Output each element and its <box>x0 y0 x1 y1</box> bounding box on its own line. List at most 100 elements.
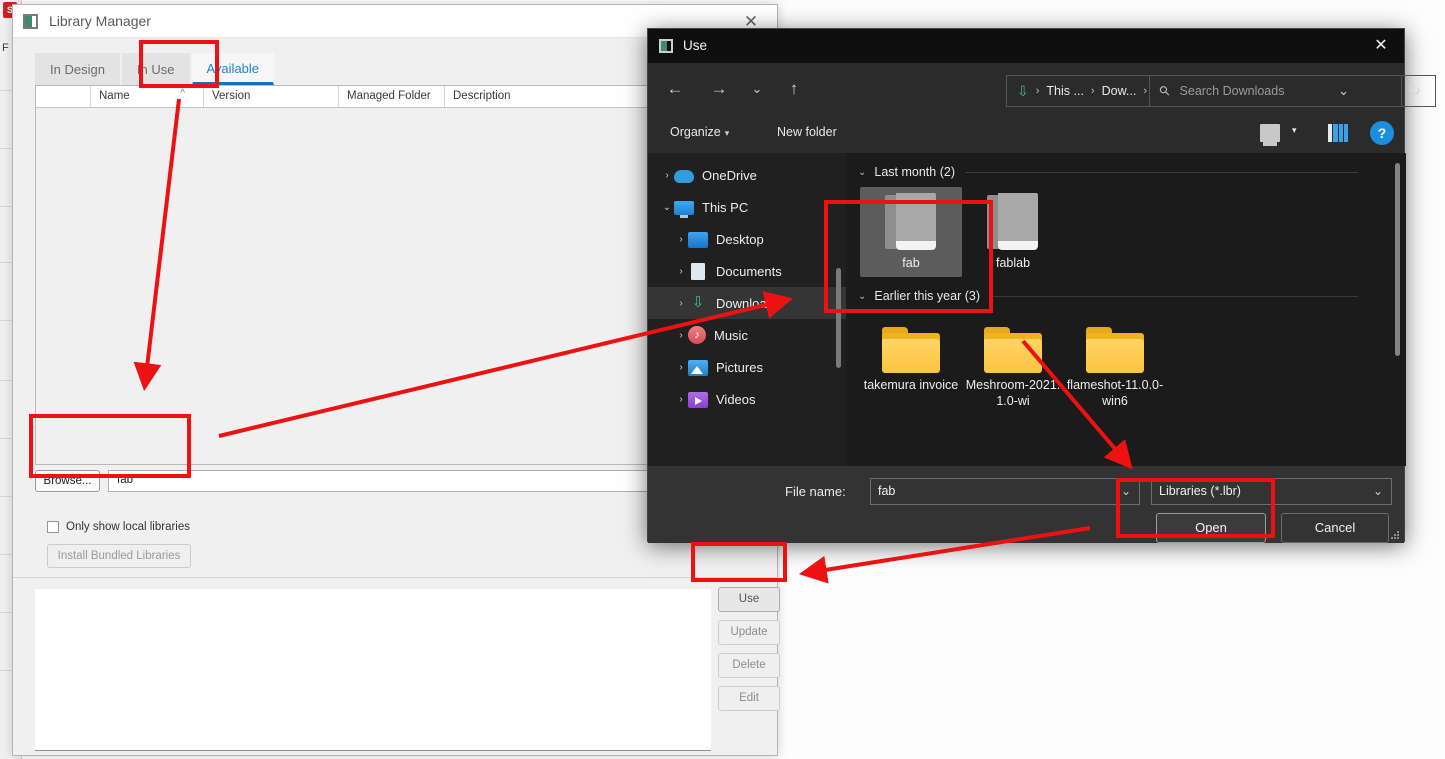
delete-button[interactable]: Delete <box>718 653 780 678</box>
tree-item-downloads[interactable]: › ⇩ Downloads <box>648 287 846 319</box>
table-col-blank <box>36 86 91 107</box>
navigation-tree: › OneDrive ⌄ This PC › Desktop › Documen… <box>648 153 846 466</box>
available-tab-highlight <box>139 40 219 88</box>
tree-item-label: Pictures <box>716 359 763 375</box>
recent-locations-chevron-down-icon[interactable]: ⌄ <box>744 77 770 103</box>
use-button[interactable]: Use <box>718 587 780 612</box>
tree-item-music[interactable]: › ♪ Music <box>648 319 846 351</box>
close-icon[interactable]: ✕ <box>1358 29 1404 63</box>
cancel-button[interactable]: Cancel <box>1281 513 1389 543</box>
use-button-highlight <box>691 542 787 582</box>
file-dialog-main: › OneDrive ⌄ This PC › Desktop › Documen… <box>648 153 1406 466</box>
tree-item-onedrive[interactable]: › OneDrive <box>648 159 846 191</box>
libraries-table-body[interactable] <box>36 108 694 464</box>
file-name-input[interactable]: fab ⌄ <box>870 478 1140 505</box>
tree-item-label: This PC <box>702 199 749 215</box>
library-action-buttons: Use Update Delete Edit <box>718 587 780 719</box>
file-item-label: flameshot-11.0.0-win6 <box>1066 378 1164 408</box>
only-local-row[interactable]: Only show local libraries <box>47 521 190 533</box>
edit-button[interactable]: Edit <box>718 686 780 711</box>
table-col-version[interactable]: Version <box>204 86 339 107</box>
preview-pane-icon[interactable] <box>1328 124 1348 142</box>
library-description-panel <box>35 589 711 751</box>
tree-item-pictures[interactable]: › Pictures <box>648 351 846 383</box>
chevron-right-icon[interactable]: › <box>674 298 688 309</box>
only-local-label: Only show local libraries <box>66 521 190 533</box>
folder-icon <box>984 327 1042 373</box>
downloads-icon: ⇩ <box>1017 83 1029 99</box>
folder-icon <box>1086 327 1144 373</box>
chevron-down-icon[interactable]: ⌄ <box>1373 484 1383 498</box>
breadcrumb-downloads[interactable]: Dow... <box>1102 84 1137 98</box>
file-item-meshroom[interactable]: Meshroom-2021.1.0-wi <box>962 321 1064 415</box>
resize-grip-icon[interactable] <box>1391 531 1400 540</box>
tree-item-label: Desktop <box>716 231 764 247</box>
install-bundled-libraries-button[interactable]: Install Bundled Libraries <box>47 544 191 568</box>
group-header-label: Last month (2) <box>874 165 955 179</box>
folder-icon <box>882 327 940 373</box>
group-divider <box>964 171 1358 173</box>
tree-item-this-pc[interactable]: ⌄ This PC <box>648 191 846 223</box>
chevron-right-icon[interactable]: › <box>674 266 688 277</box>
chevron-right-icon[interactable]: › <box>674 234 688 245</box>
search-box[interactable]: ⚲ Search Downloads <box>1149 75 1402 107</box>
file-group-items: takemura invoice Meshroom-2021.1.0-wi fl… <box>846 321 1406 415</box>
arrow-left-icon[interactable]: ← <box>662 77 688 103</box>
tree-item-desktop[interactable]: › Desktop <box>648 223 846 255</box>
breadcrumb-separator: › <box>1035 85 1040 97</box>
table-col-managed-folder[interactable]: Managed Folder <box>339 86 445 107</box>
refresh-icon[interactable]: ↻ <box>1408 81 1421 101</box>
file-list-scrollbar[interactable] <box>1395 163 1400 356</box>
file-dialog-app-icon <box>659 39 673 53</box>
new-folder-button[interactable]: New folder <box>777 125 837 139</box>
browse-path-input[interactable]: fab <box>108 470 695 492</box>
pictures-icon <box>688 359 708 376</box>
chevron-down-icon: ▾ <box>724 128 730 138</box>
view-chevron-down-icon[interactable]: ▾ <box>1292 125 1297 136</box>
file-item-flameshot[interactable]: flameshot-11.0.0-win6 <box>1064 321 1166 415</box>
arrow-right-icon[interactable]: → <box>706 77 732 103</box>
chevron-right-icon[interactable]: › <box>674 330 688 341</box>
chevron-down-icon[interactable]: ⌄ <box>858 167 866 178</box>
onedrive-icon <box>674 170 694 183</box>
browse-row-highlight <box>29 414 191 478</box>
tree-item-documents[interactable]: › Documents <box>648 255 846 287</box>
file-dialog-title: Use <box>683 38 708 53</box>
file-dialog-footer: File name: fab ⌄ Libraries (*.lbr) ⌄ Ope… <box>648 466 1404 543</box>
file-item-label: takemura invoice <box>863 378 959 392</box>
update-button[interactable]: Update <box>718 620 780 645</box>
tab-in-design[interactable]: In Design <box>35 53 120 85</box>
breadcrumb-this-pc[interactable]: This ... <box>1046 84 1084 98</box>
fab-file-highlight <box>824 200 993 313</box>
group-header-last-month[interactable]: ⌄ Last month (2) <box>846 161 1406 183</box>
tree-item-label: Videos <box>716 391 756 407</box>
screenshot-root: S F Library Manager ✕ In Design In Use A… <box>0 0 1445 759</box>
organize-menu[interactable]: Organize ▾ <box>670 125 729 139</box>
chevron-right-icon[interactable]: › <box>674 362 688 373</box>
help-icon[interactable]: ? <box>1370 121 1394 145</box>
arrow-up-icon[interactable]: ↑ <box>781 77 807 103</box>
view-layout-icon[interactable] <box>1260 124 1280 146</box>
background-left-letter: F <box>2 42 9 54</box>
tree-item-videos[interactable]: › Videos <box>648 383 846 415</box>
chevron-right-icon[interactable]: › <box>660 170 674 181</box>
desktop-icon <box>688 231 708 248</box>
libraries-table: Name ^ Version Managed Folder Descriptio… <box>35 85 695 465</box>
file-item-takemura-invoice[interactable]: takemura invoice <box>860 321 962 415</box>
chevron-down-icon[interactable]: ⌄ <box>660 202 674 213</box>
library-manager-divider <box>13 577 779 578</box>
library-manager-app-icon <box>23 14 38 29</box>
table-col-name[interactable]: Name ^ <box>91 86 204 107</box>
chevron-right-icon[interactable]: › <box>674 394 688 405</box>
only-local-checkbox[interactable] <box>47 521 59 533</box>
file-dialog-navbar: ← → ⌄ ↑ ⇩ › This ... › Dow... › ⌄ ↻ ⚲ Se… <box>648 63 1436 115</box>
library-manager-title: Library Manager <box>49 13 151 29</box>
search-input[interactable]: Search Downloads <box>1180 84 1285 98</box>
documents-icon <box>691 262 705 280</box>
tree-item-label: OneDrive <box>702 167 757 183</box>
file-dialog-titlebar: Use ✕ <box>648 29 1404 63</box>
music-icon: ♪ <box>688 326 706 344</box>
tree-item-label: Downloads <box>716 295 781 311</box>
group-divider <box>989 295 1358 297</box>
breadcrumb-separator: › <box>1143 85 1148 97</box>
